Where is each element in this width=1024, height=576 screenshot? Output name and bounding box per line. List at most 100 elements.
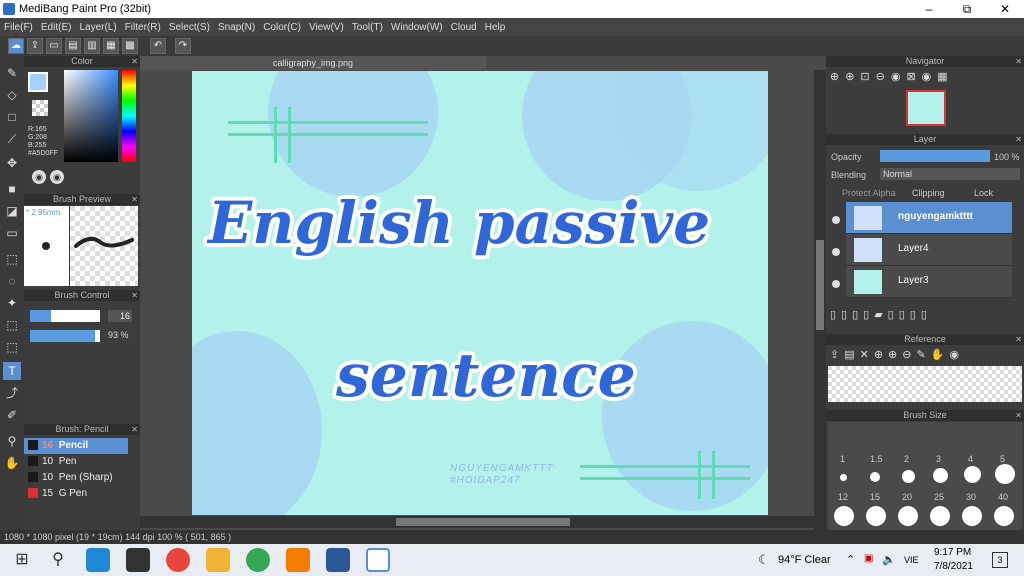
clock-time[interactable]: 9:17 PM <box>934 547 971 558</box>
lock-checkbox[interactable]: Lock <box>974 188 993 198</box>
chrome-icon[interactable] <box>166 548 190 572</box>
menu-snap[interactable]: Snap(N) <box>214 22 259 33</box>
menu-view[interactable]: View(V) <box>305 22 348 33</box>
menu-file[interactable]: File(F) <box>0 22 37 33</box>
menu-cloud[interactable]: Cloud <box>447 22 481 33</box>
operation-tool-icon[interactable]: ⤴ <box>3 384 21 402</box>
menu-layer[interactable]: Layer(L) <box>75 22 120 33</box>
protect-alpha-checkbox[interactable]: Protect Alpha <box>842 188 896 198</box>
brush-size-grid[interactable]: 1 1.5 2 3 4 5 12 15 20 25 30 40 <box>828 422 1022 530</box>
volume-icon[interactable]: 🔈 <box>882 553 896 566</box>
brush-tool-icon[interactable]: ✎ <box>3 64 21 82</box>
transparent-swatch[interactable] <box>32 100 48 116</box>
menu-filter[interactable]: Filter(R) <box>121 22 165 33</box>
canvas-horizontal-scrollbar[interactable] <box>140 516 826 528</box>
cloud-icon[interactable]: ☁ <box>8 38 24 54</box>
medibang-taskbar-icon[interactable] <box>366 548 390 572</box>
brush-size-value[interactable]: 16 <box>108 310 132 322</box>
undo-icon[interactable]: ↶ <box>150 38 166 54</box>
minimize-button[interactable]: – <box>910 0 948 18</box>
divide-tool-icon[interactable]: ✐ <box>3 406 21 424</box>
hand-tool-icon[interactable]: ✋ <box>3 454 21 472</box>
brush-item-pen-sharp[interactable]: 10 Pen (Sharp) <box>24 470 128 486</box>
eye-icon[interactable] <box>832 280 840 288</box>
move-tool-icon[interactable]: ✥ <box>3 154 21 172</box>
reference-image-area[interactable] <box>828 366 1022 402</box>
canvas-tab[interactable]: calligraphy_img.png <box>140 56 486 70</box>
eyedropper-icon[interactable]: ⚲ <box>3 432 21 450</box>
restore-button[interactable]: ⧉ <box>948 0 986 18</box>
menu-tool[interactable]: Tool(T) <box>348 22 387 33</box>
layer-row[interactable]: Layer4 <box>846 234 1012 266</box>
line-tool-icon[interactable]: ⟋ <box>3 130 21 148</box>
reference-toolbar[interactable]: ⇪▤✕⊕⊕⊖✎✋◉ <box>830 348 1020 364</box>
menu-bar: File(F) Edit(E) Layer(L) Filter(R) Selec… <box>0 18 1024 36</box>
decor-line <box>274 107 277 163</box>
close-button[interactable]: ✕ <box>986 0 1024 18</box>
color-picker-square[interactable] <box>64 70 118 162</box>
comment-icon[interactable]: ▭ <box>46 38 62 54</box>
menu-help[interactable]: Help <box>481 22 510 33</box>
windows-taskbar: ⊞ ⚲ ☾ 94°F Clear ⌃ ▣ 🔈 VIE 9:17 PM 7/8/2… <box>0 544 1024 576</box>
palette-icon[interactable]: ◉ <box>32 170 46 184</box>
text-tool-icon[interactable]: T <box>3 362 21 380</box>
file-explorer-icon[interactable] <box>206 548 230 572</box>
magic-wand-icon[interactable]: ✦ <box>3 294 21 312</box>
navigator-toolbar[interactable]: ⊕⊕⊡⊖◉⊠◉▦ <box>830 70 1020 88</box>
layer-toolbar[interactable]: ▯▯▯▯▰▯▯▯▯ <box>830 308 1020 324</box>
layer-row[interactable]: Layer3 <box>846 266 1012 298</box>
chevron-up-icon[interactable]: ⌃ <box>846 553 855 566</box>
rectangle-tool-icon[interactable]: □ <box>3 108 21 126</box>
store-icon[interactable] <box>126 548 150 572</box>
layer-row[interactable]: nguyengamktttt <box>846 202 1012 234</box>
brush-item-g-pen[interactable]: 15 G Pen <box>24 486 128 502</box>
share-icon[interactable]: ⇪ <box>27 38 43 54</box>
menu-color[interactable]: Color(C) <box>259 22 305 33</box>
document-icon[interactable]: ▥ <box>84 38 100 54</box>
canvas-vertical-scrollbar[interactable] <box>814 70 826 530</box>
edge-icon[interactable] <box>86 548 110 572</box>
select-eraser-icon[interactable]: ⬚ <box>3 338 21 356</box>
page-icon[interactable]: ▦ <box>103 38 119 54</box>
select-tool-icon[interactable]: ⬚ <box>3 250 21 268</box>
notification-icon[interactable]: 3 <box>992 552 1008 568</box>
blending-select[interactable]: Normal <box>880 168 1020 180</box>
gradient-tool-icon[interactable]: ▭ <box>3 224 21 242</box>
menu-select[interactable]: Select(S) <box>165 22 214 33</box>
brush-item-pencil[interactable]: 16 Pencil <box>24 438 128 454</box>
artwork-canvas[interactable]: English passive sentence NGUYENGAMKTTT #… <box>192 71 768 515</box>
eye-icon[interactable] <box>832 216 840 224</box>
eraser-tool-icon[interactable]: ◇ <box>3 86 21 104</box>
brush-size-slider[interactable] <box>30 310 100 322</box>
navigator-thumbnail[interactable] <box>906 90 946 126</box>
right-panels: Navigator ✕ ⊕⊕⊡⊖◉⊠◉▦ Layer ✕ Opacity 100 %… <box>826 56 1024 530</box>
foreground-color-swatch[interactable] <box>28 72 48 92</box>
clipping-checkbox[interactable]: Clipping <box>912 188 945 198</box>
windows-start-icon[interactable]: ⊞ <box>10 548 34 572</box>
clock-date[interactable]: 7/8/2021 <box>934 561 973 572</box>
lasso-tool-icon[interactable]: ◌ <box>3 272 21 290</box>
redo-icon[interactable]: ↷ <box>175 38 191 54</box>
brush-item-pen[interactable]: 10 Pen <box>24 454 128 470</box>
layer-opacity-slider[interactable] <box>880 150 990 162</box>
eye-icon[interactable] <box>832 248 840 256</box>
weather-text[interactable]: 94°F Clear <box>778 554 831 566</box>
language-indicator[interactable]: VIE <box>904 555 919 565</box>
chrome-alt-icon[interactable] <box>246 548 270 572</box>
bucket-tool-icon[interactable]: ◪ <box>3 202 21 220</box>
grid-icon[interactable]: ▩ <box>122 38 138 54</box>
decor-line <box>712 451 715 499</box>
search-icon[interactable]: ⚲ <box>46 548 70 572</box>
fill-square-icon[interactable]: ■ <box>3 180 21 198</box>
hue-slider[interactable] <box>122 70 136 162</box>
palette-add-icon[interactable]: ◉ <box>50 170 64 184</box>
chat-icon[interactable]: ▤ <box>65 38 81 54</box>
menu-edit[interactable]: Edit(E) <box>37 22 76 33</box>
navigator-header: Navigator ✕ <box>826 56 1024 67</box>
app-orange-icon[interactable] <box>286 548 310 572</box>
word-icon[interactable] <box>326 548 350 572</box>
tray-app-icon[interactable]: ▣ <box>864 553 873 564</box>
select-pen-icon[interactable]: ⬚ <box>3 316 21 334</box>
brush-opacity-slider[interactable] <box>30 330 100 342</box>
menu-window[interactable]: Window(W) <box>387 22 447 33</box>
